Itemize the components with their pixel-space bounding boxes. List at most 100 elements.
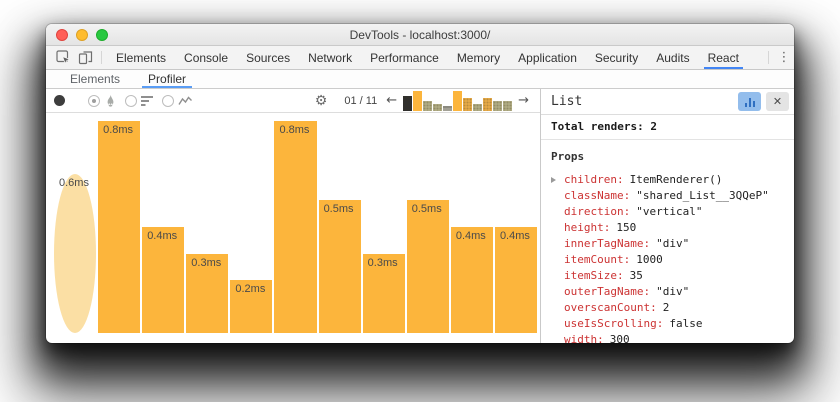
tab-label: Console — [184, 51, 228, 65]
devtools-tab[interactable]: Memory — [448, 46, 509, 69]
snapshot-bar[interactable] — [473, 104, 482, 111]
total-renders: Total renders: 2 — [541, 115, 794, 140]
commit-bar[interactable]: 0.8ms — [98, 121, 140, 333]
panel-header: List ✕ — [541, 89, 794, 115]
snapshot-selector[interactable] — [403, 91, 512, 111]
ranked-chart-icon — [141, 95, 154, 107]
react-subtab[interactable]: Profiler — [134, 70, 200, 88]
prop-name: itemSize — [564, 268, 624, 284]
snapshot-bar[interactable] — [503, 101, 512, 111]
commit-duration-label: 0.8ms — [274, 121, 316, 136]
profiler-left-column: ⚙ 01 / 11 ← — [46, 89, 540, 343]
inspect-element-icon[interactable] — [52, 46, 74, 69]
snapshot-bar[interactable] — [483, 98, 492, 111]
device-toolbar-icon[interactable] — [74, 46, 96, 69]
commit-bar[interactable]: 0.5ms — [319, 200, 361, 333]
react-subtabbar: Elements Profiler — [46, 70, 794, 89]
devtools-tab[interactable]: Application — [509, 46, 586, 69]
devtools-tab[interactable]: Performance — [361, 46, 448, 69]
previous-snapshot-arrow[interactable]: ← — [383, 93, 400, 108]
devtools-tab[interactable]: Network — [299, 46, 361, 69]
devtools-tab[interactable]: Security — [586, 46, 647, 69]
prop-value: "div" — [656, 284, 689, 300]
react-subtab[interactable]: Elements — [56, 70, 134, 88]
commit-duration-label: 0.5ms — [407, 200, 449, 215]
prop-value: 1000 — [636, 252, 663, 268]
tab-label: Memory — [457, 51, 500, 65]
subtab-label: Elements — [70, 72, 120, 86]
commit-bar[interactable]: 0.8ms — [274, 121, 316, 333]
props-list: children ItemRenderer() className "share… — [551, 172, 784, 343]
prop-name: outerTagName — [564, 284, 650, 300]
prop-name: width — [564, 332, 604, 343]
close-window-button[interactable] — [56, 29, 68, 41]
snapshot-bar[interactable] — [493, 101, 502, 111]
devtools-tab[interactable]: Console — [175, 46, 237, 69]
snapshot-bar[interactable] — [413, 91, 422, 111]
commit-bar[interactable]: 0.3ms — [363, 254, 405, 333]
commit-duration-label: 0.3ms — [186, 254, 228, 269]
snapshot-bar[interactable] — [403, 96, 412, 111]
zoom-window-button[interactable] — [96, 29, 108, 41]
flamegraph-view-radio[interactable] — [88, 95, 100, 107]
minimize-window-button[interactable] — [76, 29, 88, 41]
devtools-tab[interactable]: Sources — [237, 46, 299, 69]
ranked-view-radio[interactable] — [125, 95, 137, 107]
commit-bar[interactable]: 0.6ms — [54, 174, 96, 333]
bar-chart-icon — [745, 103, 747, 107]
snapshot-bar[interactable] — [433, 104, 442, 111]
prop-row: innerTagName "div" — [551, 236, 784, 252]
commit-bar[interactable]: 0.4ms — [451, 227, 493, 333]
commit-duration-label: 0.6ms — [54, 174, 96, 189]
props-section: Props children ItemRenderer() className — [541, 140, 794, 343]
tab-label: Elements — [116, 51, 166, 65]
close-panel-button[interactable]: ✕ — [766, 92, 789, 111]
props-heading: Props — [551, 150, 784, 163]
prop-row: width 300 — [551, 332, 784, 343]
devtools-tab[interactable]: Elements — [107, 46, 175, 69]
prop-row: height 150 — [551, 220, 784, 236]
prop-value: "shared_List__3QQeP" — [636, 188, 768, 204]
record-button[interactable] — [54, 95, 65, 106]
expand-arrow[interactable] — [551, 177, 564, 183]
prop-row: children ItemRenderer() — [551, 172, 784, 188]
prop-name: useIsScrolling — [564, 316, 663, 332]
commit-duration-label: 0.2ms — [230, 280, 272, 295]
triangle-icon — [551, 177, 556, 183]
prop-value: "vertical" — [636, 204, 702, 220]
tab-label: React — [708, 51, 739, 65]
snapshot-bar[interactable] — [423, 101, 432, 111]
snapshot-bar[interactable] — [443, 106, 452, 111]
devtools-tab[interactable]: React — [699, 46, 748, 69]
commit-bar[interactable]: 0.5ms — [407, 200, 449, 333]
tab-label: Performance — [370, 51, 439, 65]
prop-value: 150 — [616, 220, 636, 236]
overflow-menu-icon[interactable]: ⋮ — [774, 46, 794, 69]
prop-name: className — [564, 188, 630, 204]
tab-label: Security — [595, 51, 638, 65]
traffic-lights — [56, 29, 108, 41]
interactions-view-radio[interactable] — [162, 95, 174, 107]
prop-value: ItemRenderer() — [630, 172, 723, 188]
settings-gear-icon[interactable]: ⚙ — [315, 94, 328, 108]
commit-bar-chart: 0.6ms 0.8ms 0.4ms 0.3ms 0.2m — [46, 113, 540, 343]
prop-value: false — [669, 316, 702, 332]
prop-value: 2 — [663, 300, 670, 316]
snapshot-bar[interactable] — [453, 91, 462, 111]
commit-duration-label: 0.4ms — [142, 227, 184, 242]
next-snapshot-arrow[interactable]: → — [515, 93, 532, 108]
prop-value: 35 — [630, 268, 643, 284]
devtools-tabbar: Elements Console Sources Network Perform… — [46, 46, 794, 70]
commit-duration-label: 0.8ms — [98, 121, 140, 136]
snapshot-bar[interactable] — [463, 98, 472, 111]
commit-bar[interactable]: 0.3ms — [186, 254, 228, 333]
devtools-tab[interactable]: Audits — [647, 46, 698, 69]
commit-bar[interactable]: 0.4ms — [495, 227, 537, 333]
commit-bar[interactable]: 0.4ms — [142, 227, 184, 333]
render-chart-toggle-button[interactable] — [738, 92, 761, 111]
prop-row: direction "vertical" — [551, 204, 784, 220]
commit-bar[interactable]: 0.2ms — [230, 280, 272, 333]
prop-value: 300 — [610, 332, 630, 343]
title-bar[interactable]: DevTools - localhost:3000/ — [46, 24, 794, 46]
tabbar-spacer — [748, 46, 763, 69]
